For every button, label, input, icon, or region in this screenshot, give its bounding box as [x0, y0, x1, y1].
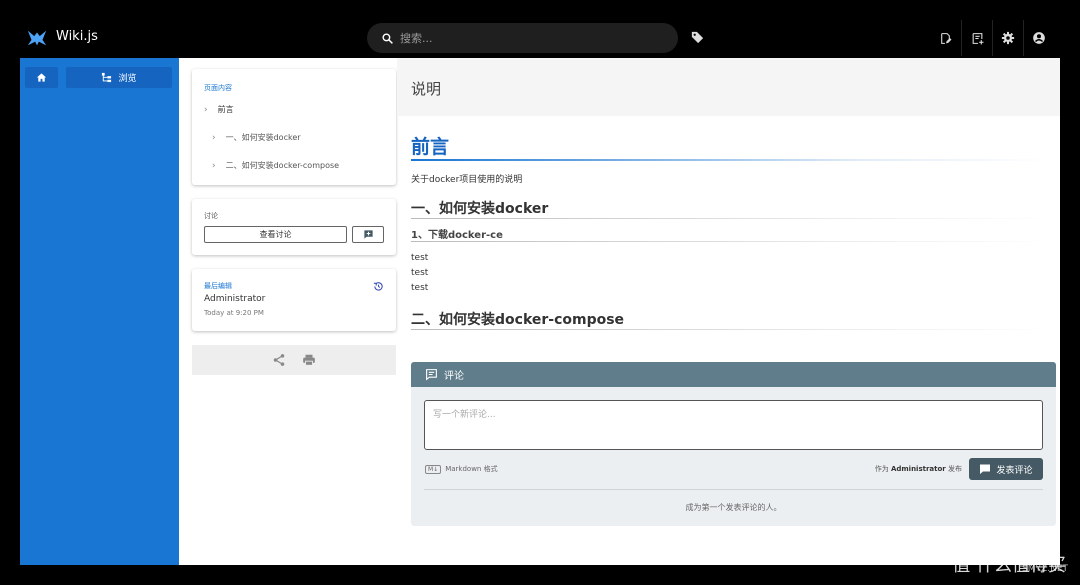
share-print-bar	[192, 345, 396, 375]
toc-item-label: 前言	[217, 105, 234, 114]
intro-text: 关于docker项目使用的说明	[411, 175, 523, 185]
markdown-info: M↓ Markdown 格式	[425, 464, 498, 474]
share-icon[interactable]	[272, 353, 286, 367]
heading-underline	[411, 218, 1056, 219]
comment-text-icon	[426, 369, 437, 381]
content-area: 页面内容 › 前言 › 一、如何安装docker › 二、如何安装docker-…	[179, 58, 1060, 565]
post-as-suffix: 发布	[948, 465, 962, 473]
wikijs-logo-icon[interactable]	[26, 27, 48, 49]
view-discussion-button[interactable]: 查看讨论	[204, 226, 347, 243]
home-icon	[36, 73, 47, 82]
history-icon[interactable]	[373, 281, 384, 292]
page-header: 说明	[397, 58, 1060, 116]
toc-item-label: 一、如何安装docker	[225, 133, 301, 142]
toc-item-install-docker[interactable]: › 一、如何安装docker	[212, 132, 301, 143]
chevron-right-icon: ›	[212, 132, 216, 143]
left-navigation: 浏览	[20, 58, 179, 565]
heading-underline	[411, 241, 1056, 242]
new-page-button[interactable]	[961, 20, 992, 56]
comment-plus-icon	[363, 230, 373, 239]
heading-install-compose: 二、如何安装docker-compose	[411, 312, 625, 328]
post-comment-button[interactable]: 发表评论	[969, 458, 1043, 480]
comments-section: 评论 M↓ Markdown 格式 作为 Administrator 发布 发表…	[411, 362, 1056, 526]
comments-header: 评论	[411, 362, 1056, 387]
heading-underline	[411, 329, 1056, 330]
browse-button[interactable]: 浏览	[66, 67, 172, 88]
tags-icon[interactable]	[690, 30, 705, 45]
post-as-user: Administrator	[890, 465, 946, 473]
editor-name[interactable]: Administrator	[204, 294, 265, 304]
divider	[424, 489, 1043, 490]
watermark-sub: SMYZ.NET	[1022, 564, 1068, 574]
print-icon[interactable]	[302, 353, 316, 367]
text-line: test	[411, 283, 429, 293]
text-line: test	[411, 253, 429, 263]
toc-caption: 页面内容	[204, 84, 232, 92]
search-bar[interactable]	[367, 23, 678, 53]
toc-item-label: 二、如何安装docker-compose	[225, 161, 340, 170]
search-icon	[382, 32, 393, 44]
search-input[interactable]	[400, 31, 660, 45]
comment-input[interactable]	[425, 401, 1042, 449]
home-button[interactable]	[25, 67, 58, 88]
edit-page-icon	[941, 32, 952, 44]
empty-comments-message: 成为第一个发表评论的人。	[685, 503, 782, 512]
heading-underline	[411, 159, 1056, 161]
heading-preface: 前言	[411, 136, 450, 158]
admin-settings-button[interactable]	[992, 20, 1023, 56]
last-edited-card: 最后编辑 Administrator Today at 9:20 PM	[192, 269, 396, 331]
gear-icon	[1001, 31, 1015, 45]
heading-install-docker: 一、如何安装docker	[411, 201, 549, 217]
toc-card: 页面内容 › 前言 › 一、如何安装docker › 二、如何安装docker-…	[192, 69, 396, 185]
discussion-caption: 讨论	[204, 212, 218, 220]
last-edited-caption: 最后编辑	[204, 282, 232, 290]
chevron-right-icon: ›	[212, 160, 216, 171]
top-actions	[930, 20, 1054, 56]
browse-label: 浏览	[118, 74, 137, 84]
comment-icon	[980, 464, 991, 474]
comments-title: 评论	[444, 371, 464, 382]
brand-name[interactable]: Wiki.js	[56, 29, 98, 44]
markdown-label: Markdown 格式	[445, 465, 498, 473]
page-title: 说明	[411, 80, 442, 98]
chevron-right-icon: ›	[204, 104, 208, 115]
top-bar: Wiki.js	[0, 0, 1080, 58]
file-tree-icon	[102, 72, 112, 83]
new-discussion-button[interactable]	[352, 226, 384, 243]
edit-time: Today at 9:20 PM	[204, 309, 264, 317]
edit-page-button[interactable]	[930, 20, 961, 56]
comment-input-box[interactable]	[424, 400, 1043, 450]
text-line: test	[411, 268, 429, 278]
account-button[interactable]	[1023, 20, 1054, 56]
toc-item-install-compose[interactable]: › 二、如何安装docker-compose	[212, 160, 339, 171]
heading-download-docker-ce: 1、下载docker-ce	[411, 230, 503, 241]
account-icon	[1033, 32, 1045, 44]
app-frame: Wiki.js 浏览	[0, 0, 1080, 585]
new-page-icon	[972, 32, 983, 44]
toc-item-preface[interactable]: › 前言	[204, 104, 234, 115]
markdown-icon: M↓	[425, 464, 442, 474]
discussion-card: 讨论 查看讨论	[192, 199, 396, 255]
post-comment-label: 发表评论	[996, 465, 1033, 476]
post-as-info: 作为 Administrator 发布	[875, 464, 962, 474]
post-as-prefix: 作为	[874, 465, 889, 473]
